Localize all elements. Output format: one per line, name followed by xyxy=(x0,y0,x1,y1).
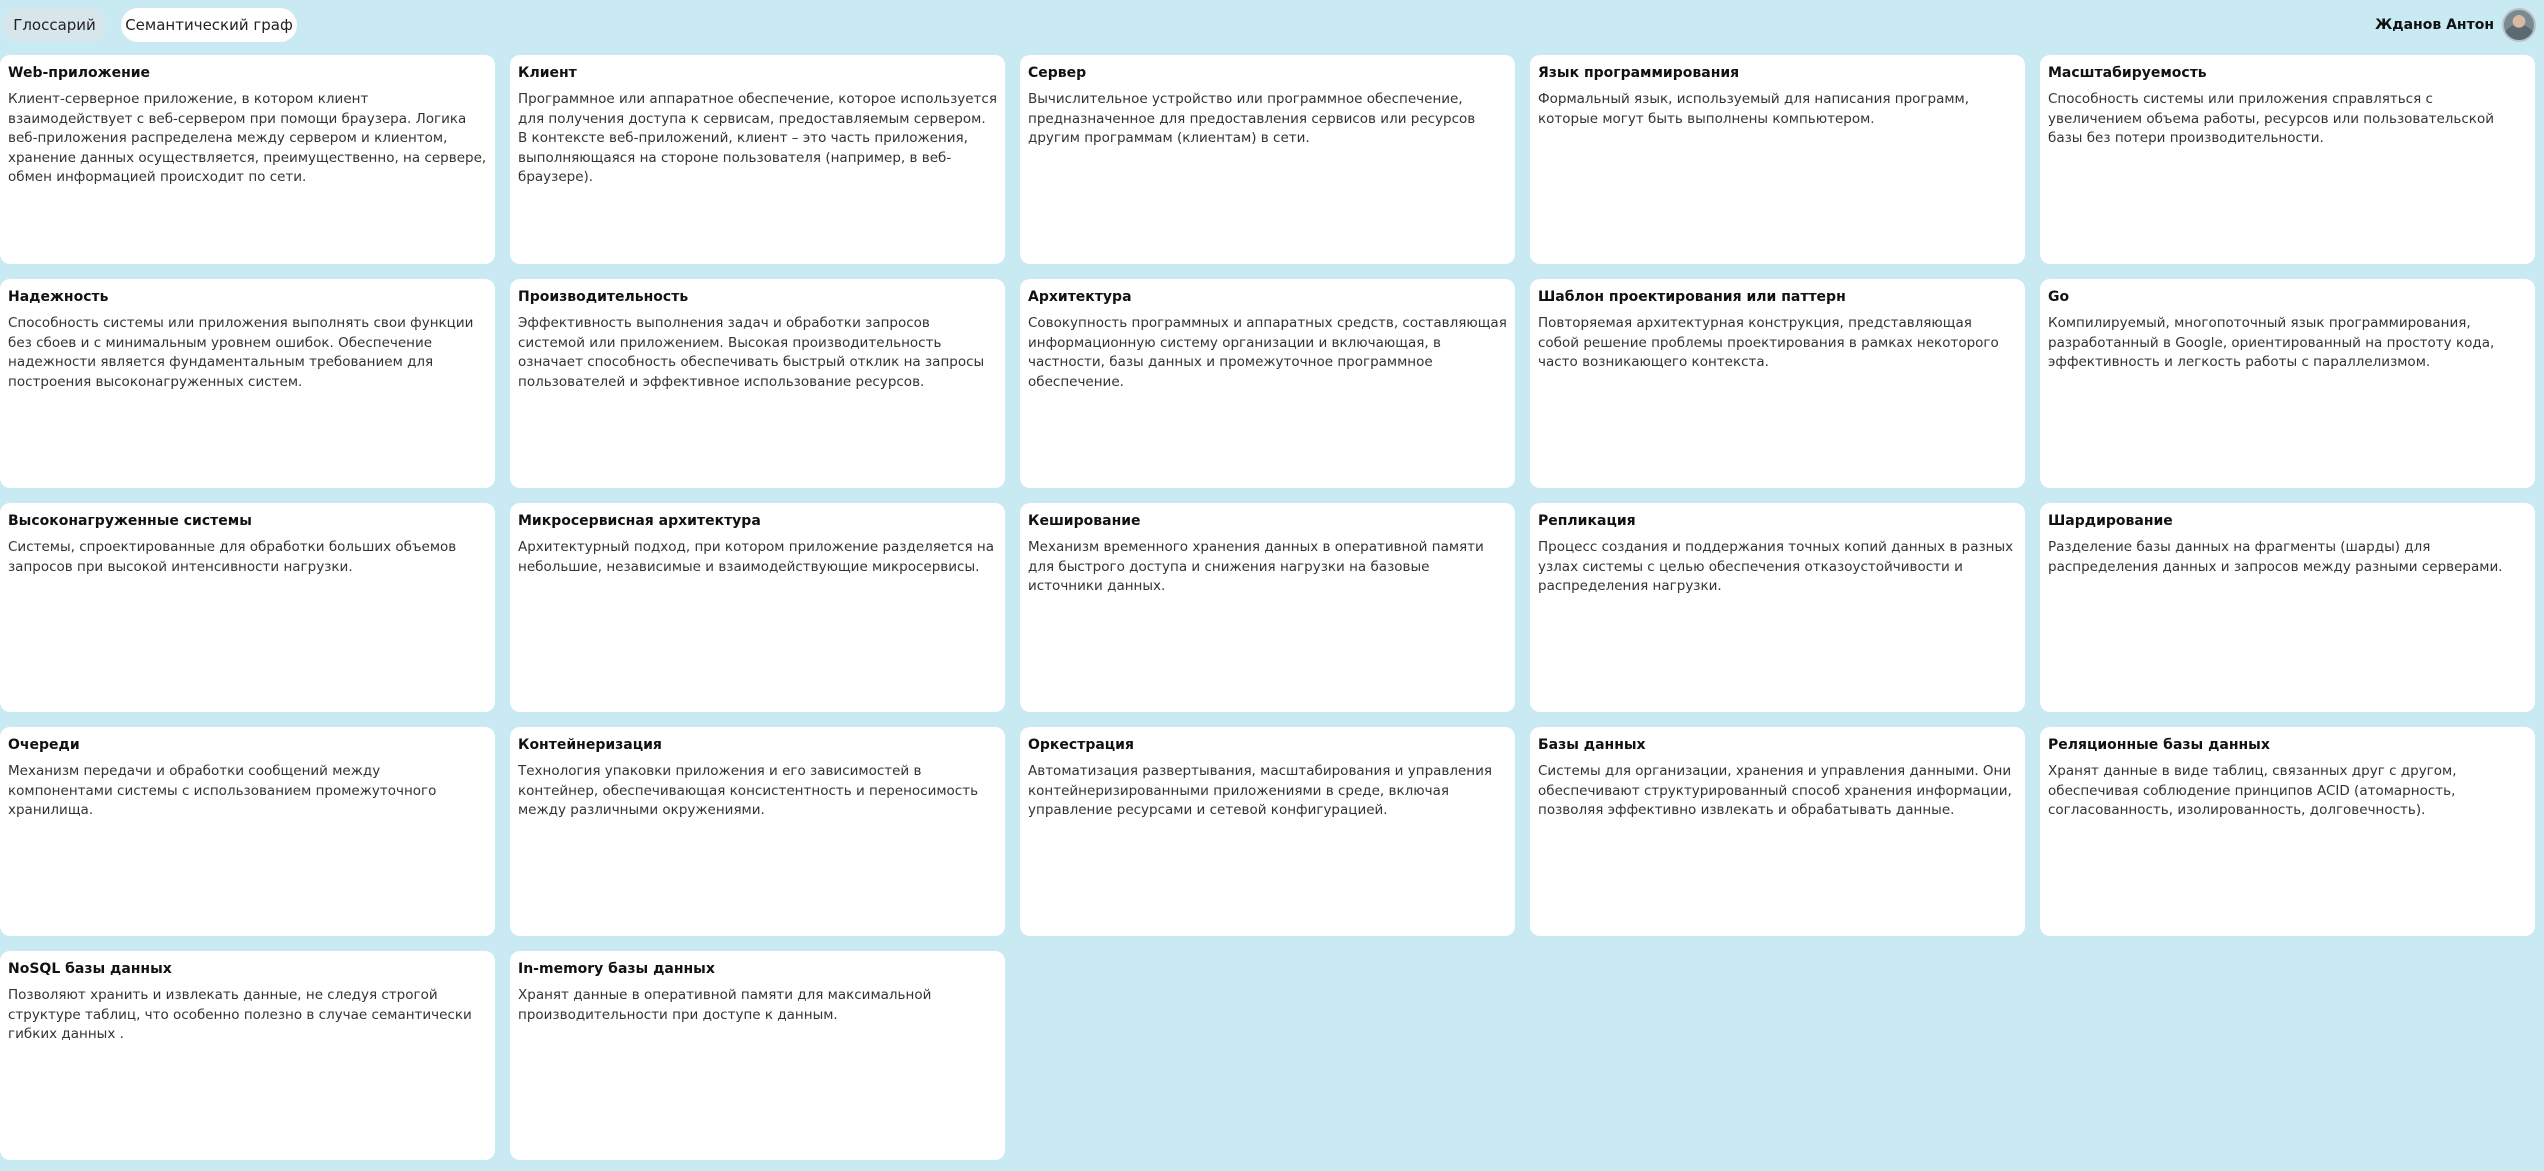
user-menu[interactable]: Жданов Антон xyxy=(2375,6,2536,44)
card-description: Технология упаковки приложения и его зав… xyxy=(518,763,979,819)
card-title: Шаблон проектирования или паттерн xyxy=(1538,289,1846,305)
glossary-card[interactable]: Шаблон проектирования или паттерн Повторя… xyxy=(1530,279,2025,488)
glossary-card[interactable]: Реляционные базы данных Хранят данные в в… xyxy=(2040,727,2535,936)
card-title: Архитектура xyxy=(1028,289,1132,305)
card-title: Микросервисная архитектура xyxy=(518,513,761,529)
glossary-card[interactable]: Кеширование Механизм временного хранения … xyxy=(1020,503,1515,712)
glossary-card[interactable]: Репликация Процесс создания и поддержания… xyxy=(1530,503,2025,712)
card-title: Масштабируемость xyxy=(2048,65,2207,81)
top-bar: Глоссарий Семантический граф Жданов Анто… xyxy=(0,0,2544,52)
glossary-card[interactable]: Сервер Вычислительное устройство или прог… xyxy=(1020,55,1515,264)
card-description: Вычислительное устройство или программно… xyxy=(1028,91,1476,147)
card-description: Эффективность выполнения задач и обработ… xyxy=(518,315,985,390)
card-title: Шардирование xyxy=(2048,513,2173,529)
card-description: Системы, спроектированные для обработки … xyxy=(8,539,457,575)
glossary-card[interactable]: Web-приложение Клиент-серверное приложени… xyxy=(0,55,495,264)
card-description: Архитектурный подход, при котором прилож… xyxy=(518,539,994,575)
card-title: Высоконагруженные системы xyxy=(8,513,252,529)
user-avatar-icon[interactable] xyxy=(2502,8,2536,42)
card-title: Сервер xyxy=(1028,65,1087,81)
glossary-card[interactable]: Производительность Эффективность выполнен… xyxy=(510,279,1005,488)
card-title: Оркестрация xyxy=(1028,737,1134,753)
glossary-card[interactable]: Go Компилируемый, многопоточный язык прог… xyxy=(2040,279,2535,488)
glossary-card[interactable]: Оркестрация Автоматизация развертывания, … xyxy=(1020,727,1515,936)
card-title: Репликация xyxy=(1538,513,1636,529)
card-description: Программное или аппаратное обеспечение, … xyxy=(518,91,997,186)
card-description: Компилируемый, многопоточный язык програ… xyxy=(2048,315,2495,371)
glossary-card[interactable]: Масштабируемость Способность системы или … xyxy=(2040,55,2535,264)
card-title: Клиент xyxy=(518,65,577,81)
glossary-grid: Web-приложение Клиент-серверное приложени… xyxy=(0,55,2544,1160)
card-description: Автоматизация развертывания, масштабиров… xyxy=(1028,763,1493,819)
card-description: Позволяют хранить и извлекать данные, не… xyxy=(8,987,472,1043)
card-title: Базы данных xyxy=(1538,737,1646,753)
card-description: Механизм временного хранения данных в оп… xyxy=(1028,539,1484,595)
card-description: Способность системы или приложения справ… xyxy=(2048,91,2494,147)
glossary-card[interactable]: Клиент Программное или аппаратное обеспеч… xyxy=(510,55,1005,264)
card-title: Web-приложение xyxy=(8,65,151,81)
card-title: Язык программирования xyxy=(1538,65,1740,81)
card-description: Повторяемая архитектурная конструкция, п… xyxy=(1538,315,1999,371)
card-title: Контейнеризация xyxy=(518,737,662,753)
card-description: Клиент-серверное приложение, в котором к… xyxy=(8,91,487,186)
user-name: Жданов Антон xyxy=(2375,17,2494,33)
glossary-card[interactable]: Шардирование Разделение базы данных на фр… xyxy=(2040,503,2535,712)
glossary-card[interactable]: In-memory базы данных Хранят данные в опе… xyxy=(510,951,1005,1160)
card-title: Надежность xyxy=(8,289,109,305)
glossary-card[interactable]: Архитектура Совокупность программных и ап… xyxy=(1020,279,1515,488)
card-description: Хранят данные в оперативной памяти для м… xyxy=(518,987,932,1023)
glossary-card[interactable]: Контейнеризация Технология упаковки прило… xyxy=(510,727,1005,936)
glossary-card[interactable]: Очереди Механизм передачи и обработки соо… xyxy=(0,727,495,936)
tab-glossary[interactable]: Глоссарий xyxy=(3,8,106,42)
card-description: Механизм передачи и обработки сообщений … xyxy=(8,763,437,819)
glossary-card[interactable]: Микросервисная архитектура Архитектурный … xyxy=(510,503,1005,712)
card-description: Хранят данные в виде таблиц, связанных д… xyxy=(2048,763,2457,819)
card-title: In-memory базы данных xyxy=(518,961,715,977)
glossary-card[interactable]: Высоконагруженные системы Системы, спроек… xyxy=(0,503,495,712)
card-description: Системы для организации, хранения и упра… xyxy=(1538,763,2012,819)
card-title: Производительность xyxy=(518,289,689,305)
glossary-card[interactable]: Надежность Способность системы или прилож… xyxy=(0,279,495,488)
card-title: Go xyxy=(2048,289,2070,305)
glossary-card[interactable]: NoSQL базы данных Позволяют хранить и изв… xyxy=(0,951,495,1160)
card-description: Формальный язык, используемый для написа… xyxy=(1538,91,1970,127)
glossary-card[interactable]: Язык программирования Формальный язык, ис… xyxy=(1530,55,2025,264)
card-description: Разделение базы данных на фрагменты (шар… xyxy=(2048,539,2503,575)
card-title: Кеширование xyxy=(1028,513,1141,529)
card-description: Процесс создания и поддержания точных ко… xyxy=(1538,539,2014,595)
tab-semantic-graph[interactable]: Семантический граф xyxy=(121,8,297,42)
card-description: Совокупность программных и аппаратных ср… xyxy=(1028,315,1507,390)
card-description: Способность системы или приложения выпол… xyxy=(8,315,474,390)
card-title: NoSQL базы данных xyxy=(8,961,172,977)
glossary-card[interactable]: Базы данных Системы для организации, хран… xyxy=(1530,727,2025,936)
card-title: Очереди xyxy=(8,737,80,753)
card-title: Реляционные базы данных xyxy=(2048,737,2270,753)
